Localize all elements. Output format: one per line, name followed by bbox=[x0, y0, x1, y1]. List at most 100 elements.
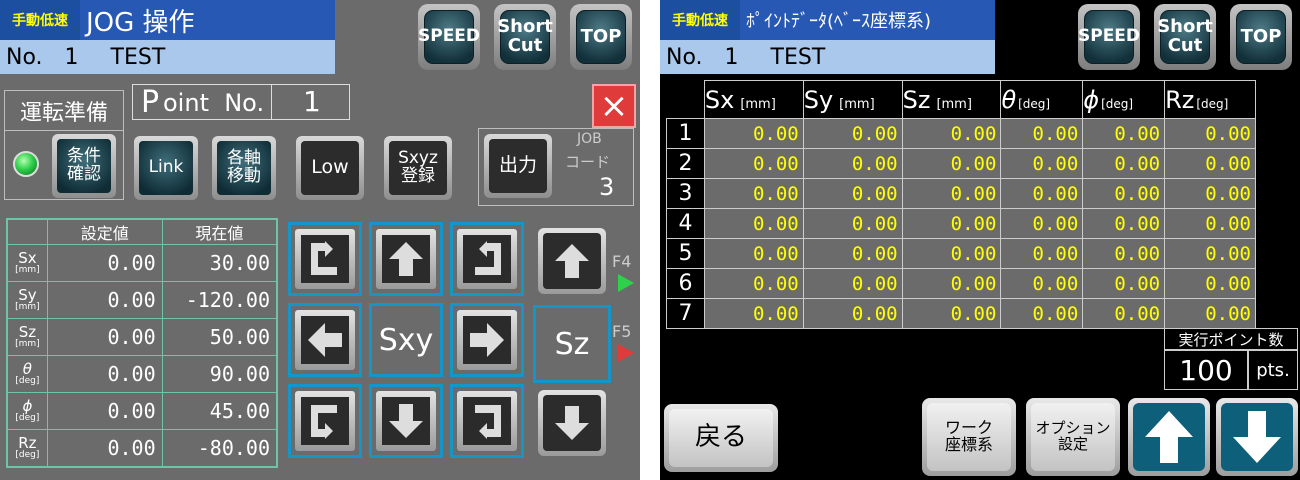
arrow-down-icon bbox=[389, 404, 423, 438]
point-value-cell[interactable]: 0.00 bbox=[1082, 298, 1166, 329]
move-right-button[interactable] bbox=[457, 310, 517, 370]
axis-move-button[interactable]: 各軸 移動 bbox=[212, 136, 276, 200]
point-value-cell[interactable]: 0.00 bbox=[901, 208, 1002, 239]
point-value-cell[interactable]: 0.00 bbox=[703, 238, 804, 269]
shortcut-button[interactable]: Short Cut bbox=[1154, 4, 1216, 70]
point-value-cell[interactable]: 0.00 bbox=[1082, 178, 1166, 209]
point-value-cell[interactable]: 0.00 bbox=[1000, 298, 1084, 329]
top-button[interactable]: TOP bbox=[570, 4, 632, 70]
point-value-cell[interactable]: 0.00 bbox=[1164, 148, 1256, 179]
jog-left-cell bbox=[288, 303, 362, 377]
jog-rotate-down-left-cell bbox=[288, 384, 362, 458]
table-row[interactable]: 6 0.00 0.00 0.00 0.00 0.00 0.00 bbox=[666, 268, 1256, 299]
point-value-cell[interactable]: 0.00 bbox=[1164, 118, 1256, 149]
z-down-button[interactable] bbox=[538, 390, 606, 456]
point-value-cell[interactable]: 0.00 bbox=[703, 298, 804, 329]
table-row[interactable]: 4 0.00 0.00 0.00 0.00 0.00 0.00 bbox=[666, 208, 1256, 239]
speed-button[interactable]: SPEED bbox=[418, 4, 480, 70]
point-number-value[interactable]: 1 bbox=[303, 85, 321, 118]
page-down-button[interactable] bbox=[1216, 398, 1298, 476]
speed-button[interactable]: SPEED bbox=[1078, 4, 1140, 70]
output-button[interactable]: 出力 bbox=[484, 134, 552, 198]
point-value-cell[interactable]: 0.00 bbox=[901, 178, 1002, 209]
rotate-down-left-button[interactable] bbox=[295, 391, 355, 451]
point-value-cell[interactable]: 0.00 bbox=[1082, 118, 1166, 149]
table-row[interactable]: 3 0.00 0.00 0.00 0.00 0.00 0.00 bbox=[666, 178, 1256, 209]
point-value-cell[interactable]: 0.00 bbox=[1164, 208, 1256, 239]
table-row[interactable]: 2 0.00 0.00 0.00 0.00 0.00 0.00 bbox=[666, 148, 1256, 179]
close-button[interactable]: × bbox=[592, 84, 636, 128]
arrow-right-icon bbox=[470, 323, 504, 357]
point-value-cell[interactable]: 0.00 bbox=[1000, 238, 1084, 269]
table-row[interactable]: 5 0.00 0.00 0.00 0.00 0.00 0.00 bbox=[666, 238, 1256, 269]
point-value-cell[interactable]: 0.00 bbox=[1082, 238, 1166, 269]
table-row: Sy [mm] 0.00 -120.00 bbox=[6, 281, 278, 319]
play-green-icon bbox=[618, 274, 634, 292]
table-row: Sz [mm] 0.00 50.00 bbox=[6, 318, 278, 356]
point-value-cell[interactable]: 0.00 bbox=[802, 298, 903, 329]
points-count-value[interactable]: 100 bbox=[1164, 350, 1248, 390]
point-value-cell[interactable]: 0.00 bbox=[901, 238, 1002, 269]
rotate-cw-icon bbox=[475, 241, 501, 275]
z-up-button[interactable] bbox=[538, 228, 606, 294]
point-value-cell[interactable]: 0.00 bbox=[1164, 178, 1256, 209]
move-down-button[interactable] bbox=[376, 391, 436, 451]
option-setting-button[interactable]: オプション 設定 bbox=[1026, 398, 1120, 476]
point-value-cell[interactable]: 0.00 bbox=[1000, 178, 1084, 209]
point-value-cell[interactable]: 0.00 bbox=[901, 148, 1002, 179]
point-value-cell[interactable]: 0.00 bbox=[1082, 268, 1166, 299]
table-row: Rz [deg] 0.00 -80.00 bbox=[6, 429, 278, 467]
back-button[interactable]: 戻る bbox=[664, 404, 778, 472]
point-value-cell[interactable]: 0.00 bbox=[1000, 118, 1084, 149]
point-value-cell[interactable]: 0.00 bbox=[1164, 298, 1256, 329]
point-value-cell[interactable]: 0.00 bbox=[703, 208, 804, 239]
point-value-cell[interactable]: 0.00 bbox=[802, 208, 903, 239]
play-red-icon bbox=[618, 344, 634, 362]
point-value-cell[interactable]: 0.00 bbox=[1082, 208, 1166, 239]
point-value-cell[interactable]: 0.00 bbox=[802, 268, 903, 299]
point-value-cell[interactable]: 0.00 bbox=[1164, 268, 1256, 299]
point-value-cell[interactable]: 0.00 bbox=[703, 268, 804, 299]
point-value-cell[interactable]: 0.00 bbox=[703, 148, 804, 179]
point-value-cell[interactable]: 0.00 bbox=[1164, 238, 1256, 269]
page-up-button[interactable] bbox=[1128, 398, 1210, 476]
jog-operation-screen: 手動低速 JOG 操作 No. 1 TEST SPEED Short Cut TO… bbox=[0, 0, 640, 480]
point-value-cell[interactable]: 0.00 bbox=[901, 298, 1002, 329]
low-speed-button[interactable]: Low bbox=[296, 136, 364, 200]
row-number: 1 bbox=[666, 118, 705, 149]
arrow-up-icon bbox=[389, 242, 423, 276]
point-value-cell[interactable]: 0.00 bbox=[802, 238, 903, 269]
point-value-cell[interactable]: 0.00 bbox=[1082, 148, 1166, 179]
point-value-cell[interactable]: 0.00 bbox=[703, 178, 804, 209]
move-up-button[interactable] bbox=[376, 229, 436, 289]
table-row[interactable]: 1 0.00 0.00 0.00 0.00 0.00 0.00 bbox=[666, 118, 1256, 149]
work-coordinate-button[interactable]: ワーク 座標系 bbox=[922, 398, 1016, 476]
mode-tag: 手動低速 bbox=[660, 0, 740, 40]
set-value-header: 設定値 bbox=[46, 218, 163, 245]
link-button[interactable]: Link bbox=[134, 136, 198, 200]
point-value-cell[interactable]: 0.00 bbox=[901, 118, 1002, 149]
point-value-cell[interactable]: 0.00 bbox=[1000, 148, 1084, 179]
point-value-cell[interactable]: 0.00 bbox=[1000, 208, 1084, 239]
rotate-down-right-button[interactable] bbox=[457, 391, 517, 451]
point-value-cell[interactable]: 0.00 bbox=[802, 118, 903, 149]
move-left-button[interactable] bbox=[295, 310, 355, 370]
point-value-cell[interactable]: 0.00 bbox=[1000, 268, 1084, 299]
rotate-ccw-button[interactable] bbox=[295, 229, 355, 289]
sxyz-register-button[interactable]: Sxyz 登録 bbox=[384, 136, 452, 200]
point-value-cell[interactable]: 0.00 bbox=[802, 148, 903, 179]
top-button[interactable]: TOP bbox=[1230, 4, 1292, 70]
program-no-label: No. bbox=[6, 44, 43, 70]
table-row[interactable]: 7 0.00 0.00 0.00 0.00 0.00 0.00 bbox=[666, 298, 1256, 329]
point-data-table: Sx [mm] Sy [mm] Sz [mm] θ [deg] ϕ [deg] Rz [de… bbox=[666, 80, 1256, 329]
point-data-screen: 手動低速 ﾎﾟｲﾝﾄﾃﾞｰﾀ(ﾍﾞｰｽ座標系) No. 1 TEST SPEED… bbox=[660, 0, 1300, 480]
screen-title: JOG 操作 bbox=[80, 0, 335, 40]
point-value-cell[interactable]: 0.00 bbox=[703, 118, 804, 149]
condition-check-button[interactable]: 条件 確認 bbox=[52, 134, 116, 198]
point-value-cell[interactable]: 0.00 bbox=[802, 178, 903, 209]
point-value-cell[interactable]: 0.00 bbox=[901, 268, 1002, 299]
rotate-cw-button[interactable] bbox=[457, 229, 517, 289]
shortcut-button[interactable]: Short Cut bbox=[494, 4, 556, 70]
point-label-p: P bbox=[141, 85, 160, 120]
ready-label: 運転準備 bbox=[5, 91, 123, 131]
